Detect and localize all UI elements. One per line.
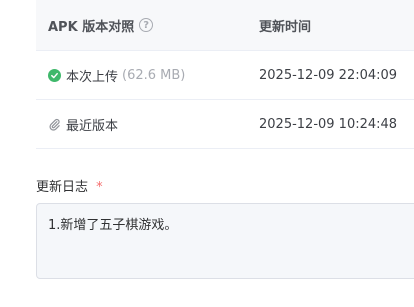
table-header-row: APK 版本对照 ? 更新时间: [36, 0, 414, 51]
check-circle-icon: [48, 68, 61, 82]
changelog-label: 更新日志 *: [36, 176, 103, 195]
page: APK 版本对照 ? 更新时间 本次上传 (62.6 MB) 2025-12-0…: [0, 0, 414, 307]
required-mark: *: [96, 180, 103, 195]
latest-time-cell: 2025-12-09 10:24:48: [259, 100, 397, 148]
latest-version-cell: 最近版本: [48, 100, 118, 148]
table-row-current: 本次上传 (62.6 MB) 2025-12-09 22:04:09: [36, 51, 414, 100]
current-version-size: (62.6 MB): [122, 67, 186, 83]
paperclip-icon: [48, 118, 61, 131]
changelog-textarea[interactable]: 1.新增了五子棋游戏。: [36, 203, 414, 279]
changelog-label-text: 更新日志: [36, 180, 89, 195]
current-time: 2025-12-09 22:04:09: [259, 67, 398, 83]
header-version-label: APK 版本对照: [48, 19, 135, 35]
current-version-cell: 本次上传 (62.6 MB): [48, 51, 185, 99]
current-time-cell: 2025-12-09 22:04:09: [259, 51, 397, 99]
header-time-label: 更新时间: [259, 19, 312, 35]
header-time-cell: 更新时间: [259, 0, 311, 50]
header-version-cell: APK 版本对照 ?: [48, 0, 154, 50]
latest-version-label: 最近版本: [66, 118, 119, 134]
current-version-label: 本次上传: [66, 69, 119, 85]
question-icon[interactable]: ?: [139, 18, 154, 32]
changelog-value: 1.新增了五子棋游戏。: [48, 218, 178, 233]
latest-time: 2025-12-09 10:24:48: [259, 116, 398, 132]
apk-version-table: APK 版本对照 ? 更新时间 本次上传 (62.6 MB) 2025-12-0…: [36, 0, 414, 149]
table-row-latest: 最近版本 2025-12-09 10:24:48: [36, 100, 414, 149]
